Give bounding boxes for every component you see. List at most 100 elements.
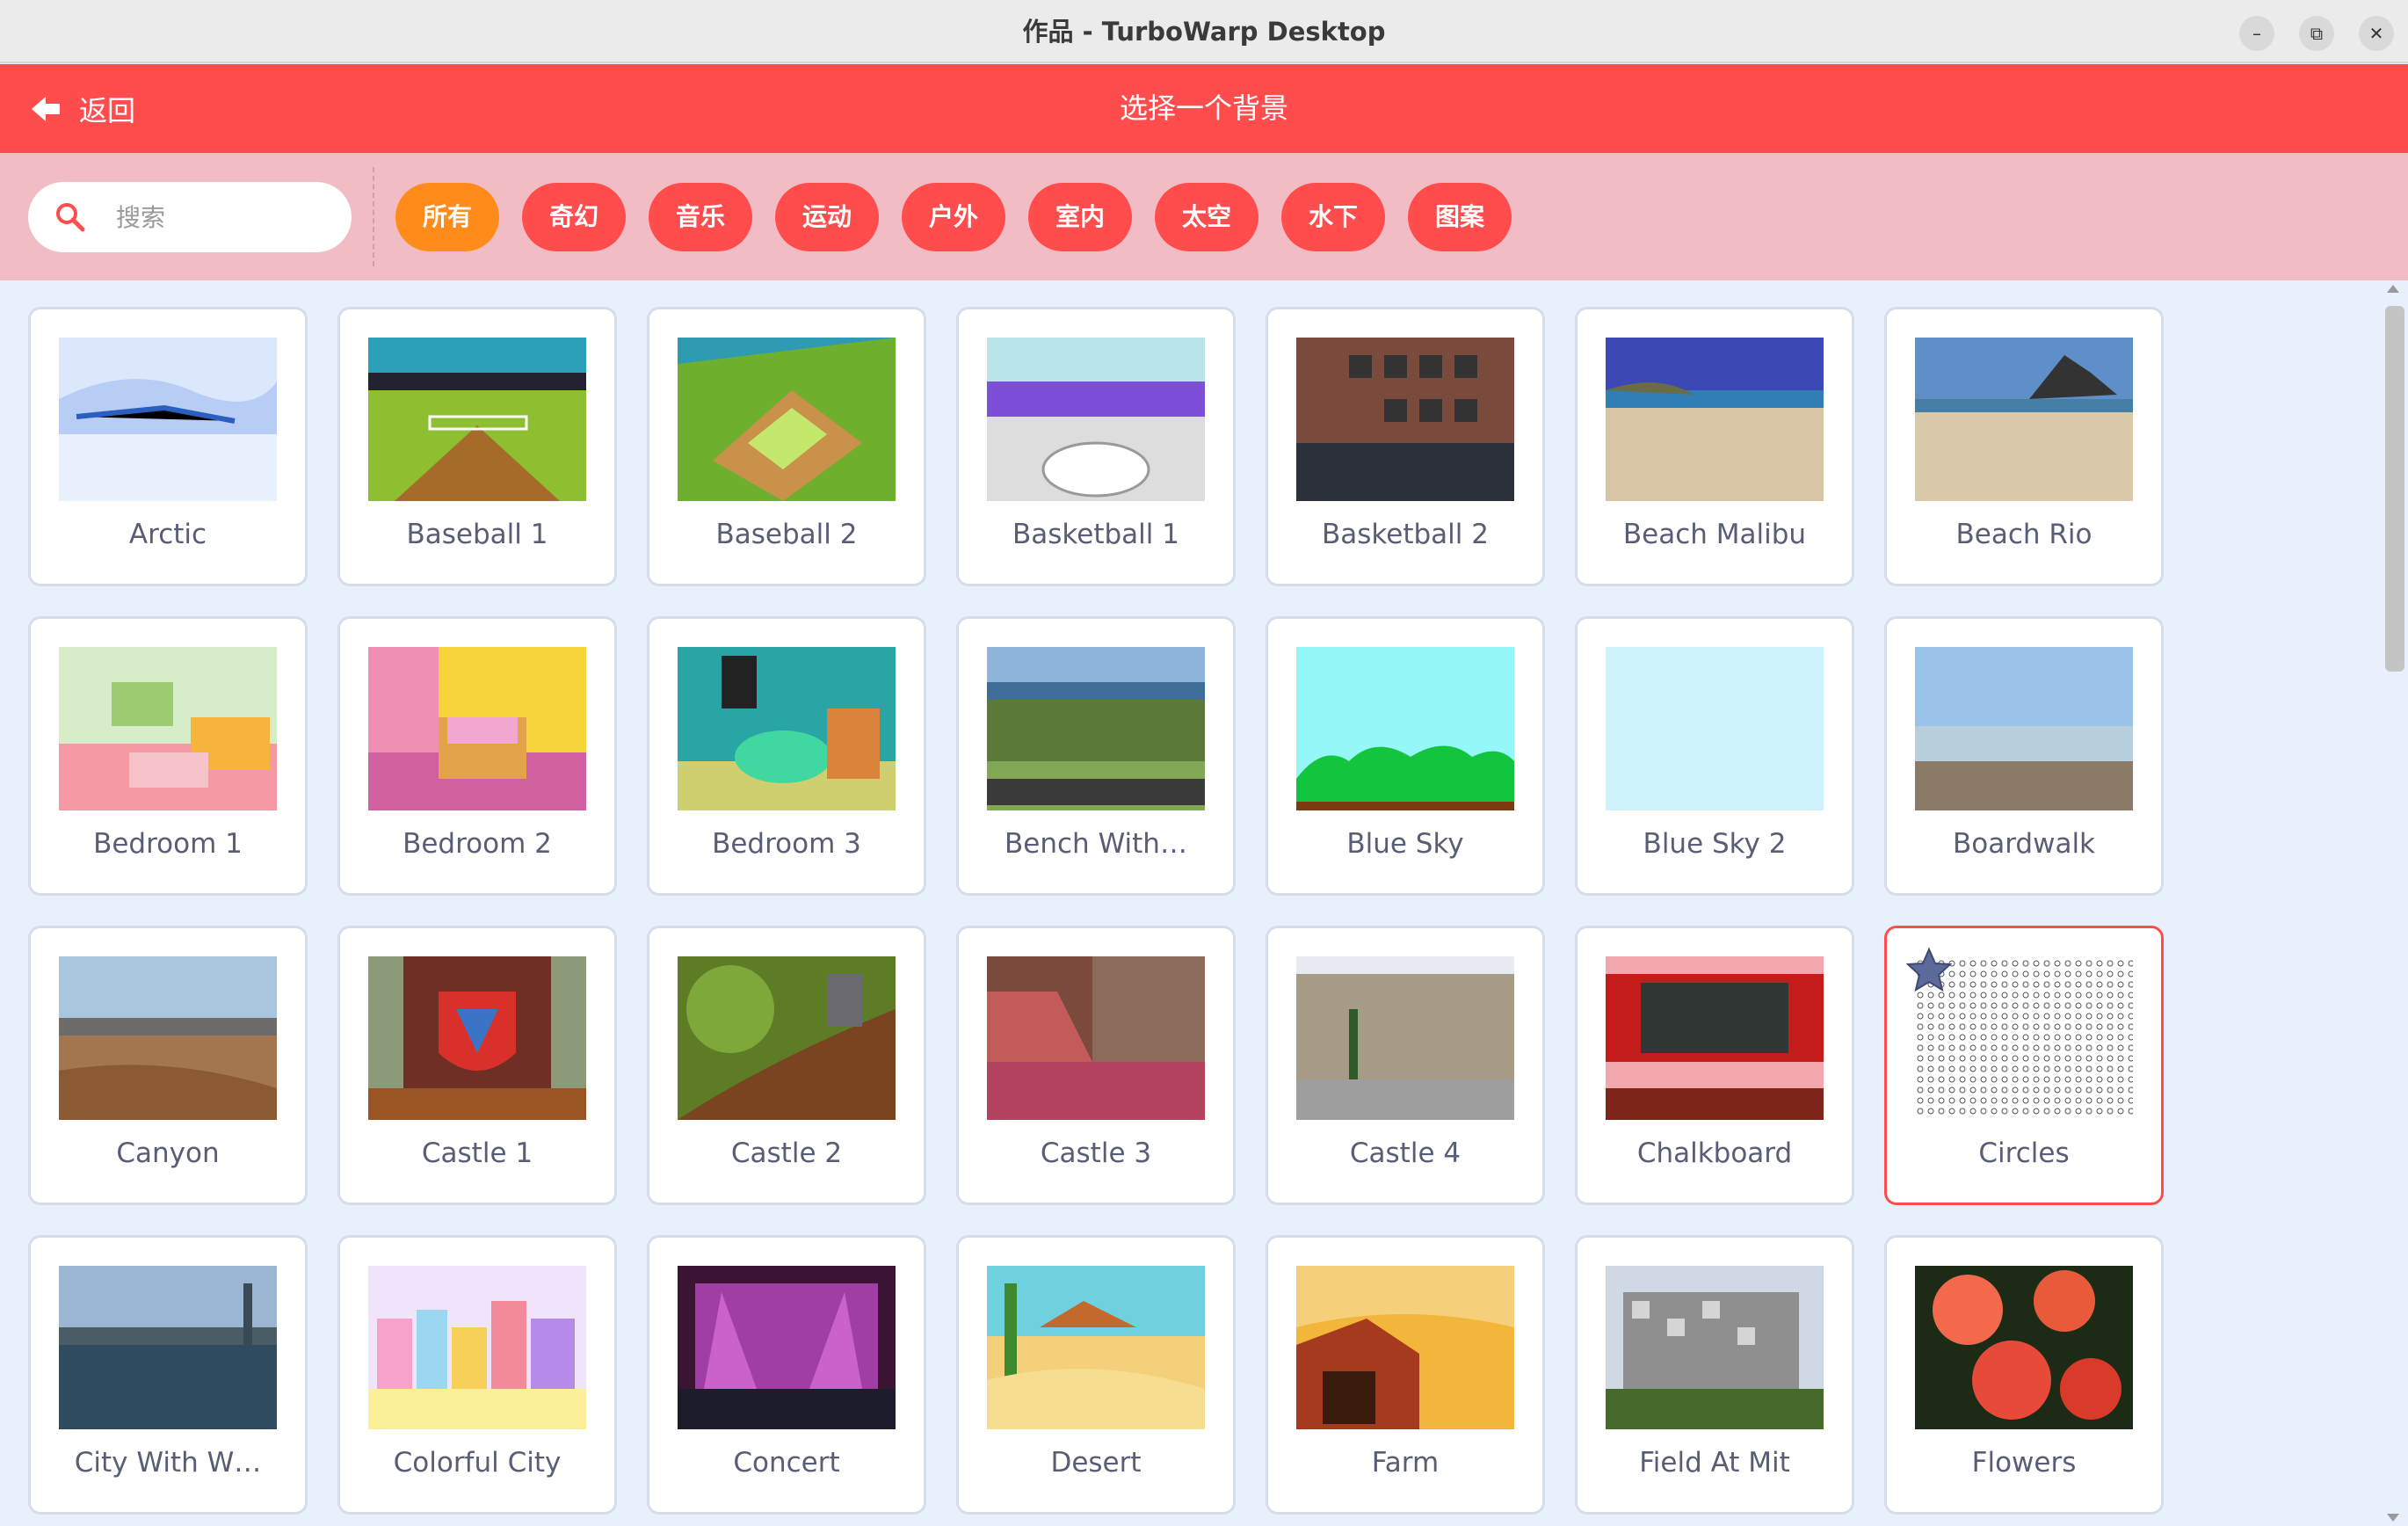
filter-tag[interactable]: 音乐 — [649, 183, 752, 251]
backdrop-name: Beach Malibu — [1622, 519, 1807, 550]
backdrop-card[interactable]: Basketball 1 — [956, 307, 1236, 586]
search-input[interactable] — [116, 182, 336, 252]
backdrop-card[interactable]: Basketball 2 — [1266, 307, 1545, 586]
filter-tag[interactable]: 室内 — [1028, 183, 1132, 251]
backdrop-card[interactable]: Boardwalk — [1884, 616, 2164, 896]
backdrop-card[interactable]: Arctic — [28, 307, 308, 586]
backdrop-card[interactable]: City With W… — [28, 1235, 308, 1515]
filter-tag[interactable]: 户外 — [902, 183, 1005, 251]
backdrop-card[interactable]: Castle 1 — [337, 926, 617, 1205]
filter-bar: 所有奇幻音乐运动户外室内太空水下图案 — [0, 153, 2408, 280]
backdrop-card[interactable]: Farm — [1266, 1235, 1545, 1515]
close-window-button[interactable]: ✕ — [2359, 16, 2394, 51]
backdrop-card[interactable]: Concert — [647, 1235, 926, 1515]
scroll-down-arrow[interactable] — [2387, 1514, 2399, 1522]
filter-tag[interactable]: 所有 — [395, 183, 499, 251]
backdrop-card[interactable]: Bench With… — [956, 616, 1236, 896]
backdrop-thumbnail — [678, 338, 896, 501]
backdrop-name: Blue Sky — [1346, 828, 1464, 860]
backdrop-card[interactable]: Chalkboard — [1575, 926, 1854, 1205]
backdrop-name: Bench With… — [1005, 828, 1187, 860]
backdrop-thumbnail — [987, 647, 1205, 810]
backdrop-card[interactable]: Castle 3 — [956, 926, 1236, 1205]
backdrop-card[interactable]: Bedroom 3 — [647, 616, 926, 896]
backdrop-name: Canyon — [116, 1137, 220, 1169]
backdrop-name: Desert — [1050, 1447, 1142, 1479]
backdrop-name: Basketball 2 — [1322, 519, 1489, 550]
backdrop-name: Circles — [1978, 1137, 2070, 1169]
search-box[interactable] — [28, 182, 352, 252]
backdrop-card[interactable]: Castle 2 — [647, 926, 926, 1205]
backdrop-thumbnail — [368, 956, 586, 1120]
backdrop-thumbnail — [59, 1266, 277, 1429]
backdrop-thumbnail — [678, 647, 896, 810]
backdrop-thumbnail — [987, 1266, 1205, 1429]
backdrop-thumbnail — [1606, 647, 1824, 810]
backdrop-name: Baseball 2 — [715, 519, 858, 550]
backdrop-thumbnail — [1606, 1266, 1824, 1429]
backdrop-card[interactable]: Baseball 2 — [647, 307, 926, 586]
scroll-up-arrow[interactable] — [2387, 285, 2399, 293]
backdrop-name: Baseball 1 — [406, 519, 548, 550]
backdrop-name: City With W… — [74, 1447, 262, 1479]
backdrop-thumbnail — [1606, 956, 1824, 1120]
backdrop-card[interactable]: Beach Malibu — [1575, 307, 1854, 586]
backdrop-card[interactable]: Colorful City — [337, 1235, 617, 1515]
backdrop-thumbnail — [678, 956, 896, 1120]
backdrop-name: Castle 3 — [1040, 1137, 1152, 1169]
filter-tag[interactable]: 奇幻 — [522, 183, 626, 251]
filter-tag[interactable]: 图案 — [1408, 183, 1512, 251]
backdrop-grid: Arctic Baseball 1 Baseball 2 Basketball 1 Ba… — [0, 280, 2382, 1526]
backdrop-name: Arctic — [128, 519, 207, 550]
backdrop-thumbnail — [59, 338, 277, 501]
backdrop-name: Colorful City — [393, 1447, 562, 1479]
page-title: 选择一个背景 — [1119, 91, 1288, 125]
backdrop-name: Castle 4 — [1349, 1137, 1461, 1169]
backdrop-card[interactable]: Blue Sky 2 — [1575, 616, 1854, 896]
backdrop-name: Beach Rio — [1955, 519, 2092, 550]
backdrop-thumbnail — [1915, 1266, 2133, 1429]
backdrop-thumbnail — [678, 1266, 896, 1429]
filter-tag[interactable]: 运动 — [775, 183, 879, 251]
backdrop-thumbnail — [987, 338, 1205, 501]
backdrop-name: Bedroom 2 — [403, 828, 552, 860]
backdrop-thumbnail — [1296, 1266, 1514, 1429]
filter-tag[interactable]: 水下 — [1281, 183, 1385, 251]
backdrop-card[interactable]: Castle 4 — [1266, 926, 1545, 1205]
backdrop-thumbnail — [59, 956, 277, 1120]
scrollbar-thumb[interactable] — [2385, 306, 2404, 672]
backdrop-card[interactable]: Blue Sky — [1266, 616, 1545, 896]
backdrop-card[interactable]: Baseball 1 — [337, 307, 617, 586]
backdrop-name: Basketball 1 — [1012, 519, 1179, 550]
backdrop-name: Bedroom 1 — [93, 828, 243, 860]
backdrop-card[interactable]: Canyon — [28, 926, 308, 1205]
backdrop-card[interactable]: Flowers — [1884, 1235, 2164, 1515]
backdrop-name: Concert — [733, 1447, 840, 1479]
backdrop-thumbnail — [1915, 338, 2133, 501]
backdrop-card[interactable]: Circles — [1884, 926, 2164, 1205]
backdrop-name: Chalkboard — [1636, 1137, 1793, 1169]
backdrop-card[interactable]: Beach Rio — [1884, 307, 2164, 586]
backdrop-thumbnail — [368, 338, 586, 501]
filter-tag[interactable]: 太空 — [1155, 183, 1258, 251]
backdrop-card[interactable]: Bedroom 1 — [28, 616, 308, 896]
backdrop-name: Castle 1 — [421, 1137, 533, 1169]
maximize-button[interactable]: ⧉ — [2299, 16, 2334, 51]
backdrop-thumbnail — [1296, 647, 1514, 810]
backdrop-card[interactable]: Field At Mit — [1575, 1235, 1854, 1515]
backdrop-card[interactable]: Bedroom 2 — [337, 616, 617, 896]
backdrop-thumbnail — [1915, 647, 2133, 810]
backdrop-thumbnail — [59, 647, 277, 810]
backdrop-thumbnail — [1296, 338, 1514, 501]
backdrop-thumbnail — [1606, 338, 1824, 501]
backdrop-name: Farm — [1371, 1447, 1440, 1479]
backdrop-thumbnail — [1296, 956, 1514, 1120]
window-title: 作品 - TurboWarp Desktop — [1022, 17, 1386, 47]
backdrop-name: Blue Sky 2 — [1643, 828, 1787, 860]
library-header: 返回 选择一个背景 — [0, 64, 2408, 153]
window-titlebar: 作品 - TurboWarp Desktop – ⧉ ✕ — [0, 0, 2408, 63]
backdrop-card[interactable]: Desert — [956, 1235, 1236, 1515]
star-icon[interactable] — [1904, 946, 1954, 999]
backdrop-name: Castle 2 — [730, 1137, 843, 1169]
minimize-button[interactable]: – — [2239, 16, 2274, 51]
